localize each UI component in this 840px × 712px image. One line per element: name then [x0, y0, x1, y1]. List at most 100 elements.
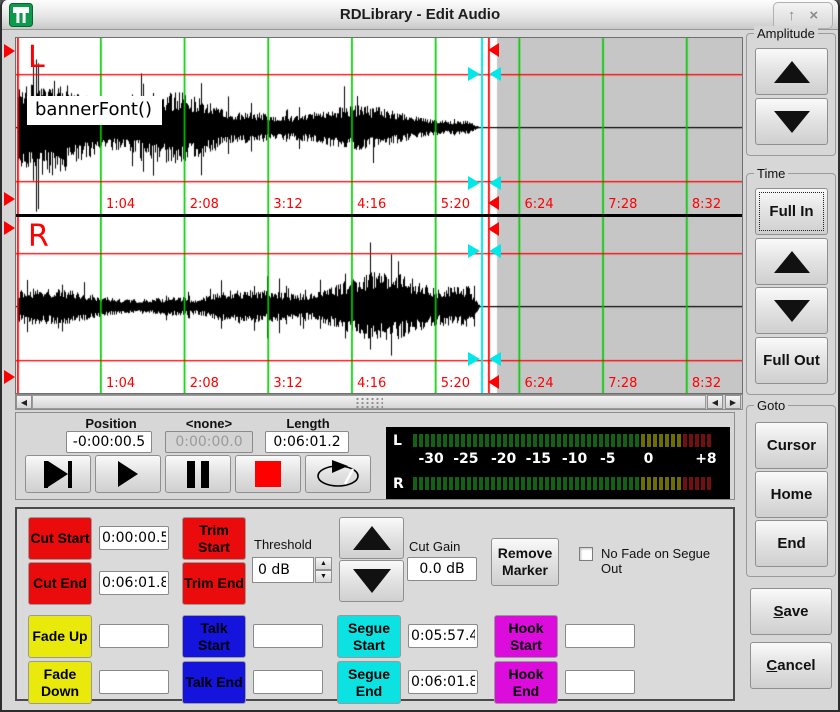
- channel-label-left: L: [28, 40, 45, 75]
- meter-segments-left: [413, 434, 711, 447]
- scroll-left-icon: ◀: [21, 398, 27, 407]
- segue-marker-icon[interactable]: [468, 352, 480, 366]
- scroll-right-button[interactable]: ▶: [725, 395, 741, 409]
- segue-marker-icon[interactable]: [489, 352, 501, 366]
- meter-segment: [707, 434, 711, 447]
- length-input[interactable]: [265, 431, 349, 453]
- cut-end-button[interactable]: Cut End: [28, 562, 92, 605]
- remove-marker-button[interactable]: Remove Marker: [491, 538, 559, 586]
- segue-marker-icon[interactable]: [489, 67, 501, 81]
- trim-start-button[interactable]: Trim Start: [182, 517, 246, 560]
- play-button[interactable]: [95, 455, 161, 493]
- gain-up-button[interactable]: [339, 517, 404, 559]
- talk-start-input[interactable]: [253, 624, 323, 648]
- goto-end-button[interactable]: End: [755, 520, 828, 567]
- close-button[interactable]: ×: [809, 8, 818, 23]
- meter-segment: [605, 434, 609, 447]
- scroll-left-button-2[interactable]: ◀: [707, 395, 723, 409]
- meter-segment: [413, 477, 417, 490]
- meter-segment: [437, 434, 441, 447]
- time-down-button[interactable]: [755, 287, 828, 334]
- shade-button[interactable]: ↑: [788, 8, 796, 23]
- pause-button[interactable]: [165, 455, 231, 493]
- hook-start-button[interactable]: Hook Start: [494, 615, 558, 658]
- fade-down-input[interactable]: [99, 670, 169, 694]
- titlebar: RDLibrary - Edit Audio ↑ ×: [2, 0, 838, 30]
- hook-end-button[interactable]: Hook End: [494, 661, 558, 704]
- segue-marker-icon[interactable]: [468, 176, 480, 190]
- threshold-input[interactable]: [252, 557, 314, 583]
- loop-icon: [314, 458, 362, 490]
- cut-end-marker-icon[interactable]: [488, 375, 499, 389]
- goto-cursor-button[interactable]: Cursor: [755, 422, 828, 469]
- hook-start-input[interactable]: [565, 624, 635, 648]
- segue-marker-icon[interactable]: [468, 67, 480, 81]
- waveform-canvas-left[interactable]: [16, 38, 742, 214]
- threshold-spin-down-button[interactable]: ▼: [315, 570, 332, 583]
- meter-segment: [425, 477, 429, 490]
- cut-end-marker-icon[interactable]: [488, 43, 499, 57]
- scroll-left-button[interactable]: ◀: [16, 395, 32, 409]
- segue-end-input[interactable]: [408, 670, 478, 694]
- cut-start-marker-icon[interactable]: [4, 44, 15, 58]
- loop-button[interactable]: [305, 455, 371, 493]
- play-from-start-button[interactable]: [25, 455, 91, 493]
- cut-start-marker-icon[interactable]: [4, 192, 15, 206]
- meter-segment: [629, 434, 633, 447]
- position-input[interactable]: [66, 431, 152, 453]
- segue-start-button[interactable]: Segue Start: [337, 615, 401, 658]
- trim-end-button[interactable]: Trim End: [182, 562, 246, 605]
- scrollbar-thumb[interactable]: [32, 395, 706, 409]
- goto-home-button[interactable]: Home: [755, 471, 828, 518]
- meter-segment: [455, 477, 459, 490]
- meter-segment: [491, 477, 495, 490]
- waveform-pane-left[interactable]: L bannerFont() 1:042:083:124:165:206:247…: [16, 38, 742, 214]
- cut-start-input[interactable]: [99, 526, 169, 550]
- stop-button[interactable]: [235, 455, 301, 493]
- meter-segment: [461, 477, 465, 490]
- hook-end-input[interactable]: [565, 670, 635, 694]
- meter-segment: [557, 434, 561, 447]
- full-out-button[interactable]: Full Out: [755, 337, 828, 384]
- meter-row-left: L: [393, 434, 711, 447]
- segue-start-input[interactable]: [408, 624, 478, 648]
- time-up-button[interactable]: [755, 238, 828, 285]
- meter-segment: [515, 434, 519, 447]
- waveform-pane-right[interactable]: R 1:042:083:124:165:206:247:288:32: [16, 217, 742, 393]
- spin-down-icon: ▼: [320, 573, 327, 580]
- save-button[interactable]: Save: [750, 588, 832, 635]
- waveform-canvas-right[interactable]: [16, 217, 742, 393]
- cut-end-marker-icon[interactable]: [488, 222, 499, 236]
- arrow-up-icon: [353, 526, 391, 550]
- cut-end-marker-icon[interactable]: [488, 196, 499, 210]
- cut-start-button[interactable]: Cut Start: [28, 517, 92, 560]
- cut-start-marker-icon[interactable]: [4, 221, 15, 235]
- no-fade-checkbox[interactable]: [579, 547, 593, 561]
- cancel-button[interactable]: Cancel: [750, 642, 832, 689]
- segue-marker-icon[interactable]: [489, 176, 501, 190]
- meter-segment: [479, 434, 483, 447]
- meter-segment: [653, 434, 657, 447]
- segue-end-button[interactable]: Segue End: [337, 661, 401, 704]
- gain-down-button[interactable]: [339, 560, 404, 602]
- cut-start-marker-icon[interactable]: [4, 370, 15, 384]
- full-in-button[interactable]: Full In: [755, 188, 828, 235]
- segue-marker-icon[interactable]: [468, 244, 480, 258]
- fade-up-button[interactable]: Fade Up: [28, 615, 92, 658]
- meter-segment: [485, 434, 489, 447]
- amplitude-down-button[interactable]: [755, 98, 828, 145]
- fade-up-input[interactable]: [99, 624, 169, 648]
- segue-marker-icon[interactable]: [489, 244, 501, 258]
- meter-segment: [617, 434, 621, 447]
- cut-gain-input[interactable]: [407, 557, 477, 581]
- waveform-hscrollbar[interactable]: ◀ ◀ ▶: [15, 394, 743, 410]
- threshold-spin-up-button[interactable]: ▲: [315, 557, 332, 570]
- meter-segment: [623, 434, 627, 447]
- talk-start-button[interactable]: Talk Start: [182, 615, 246, 658]
- meter-segment: [533, 477, 537, 490]
- talk-end-button[interactable]: Talk End: [182, 661, 246, 704]
- talk-end-input[interactable]: [253, 670, 323, 694]
- fade-down-button[interactable]: Fade Down: [28, 661, 92, 704]
- cut-end-input[interactable]: [99, 571, 169, 595]
- amplitude-up-button[interactable]: [755, 48, 828, 95]
